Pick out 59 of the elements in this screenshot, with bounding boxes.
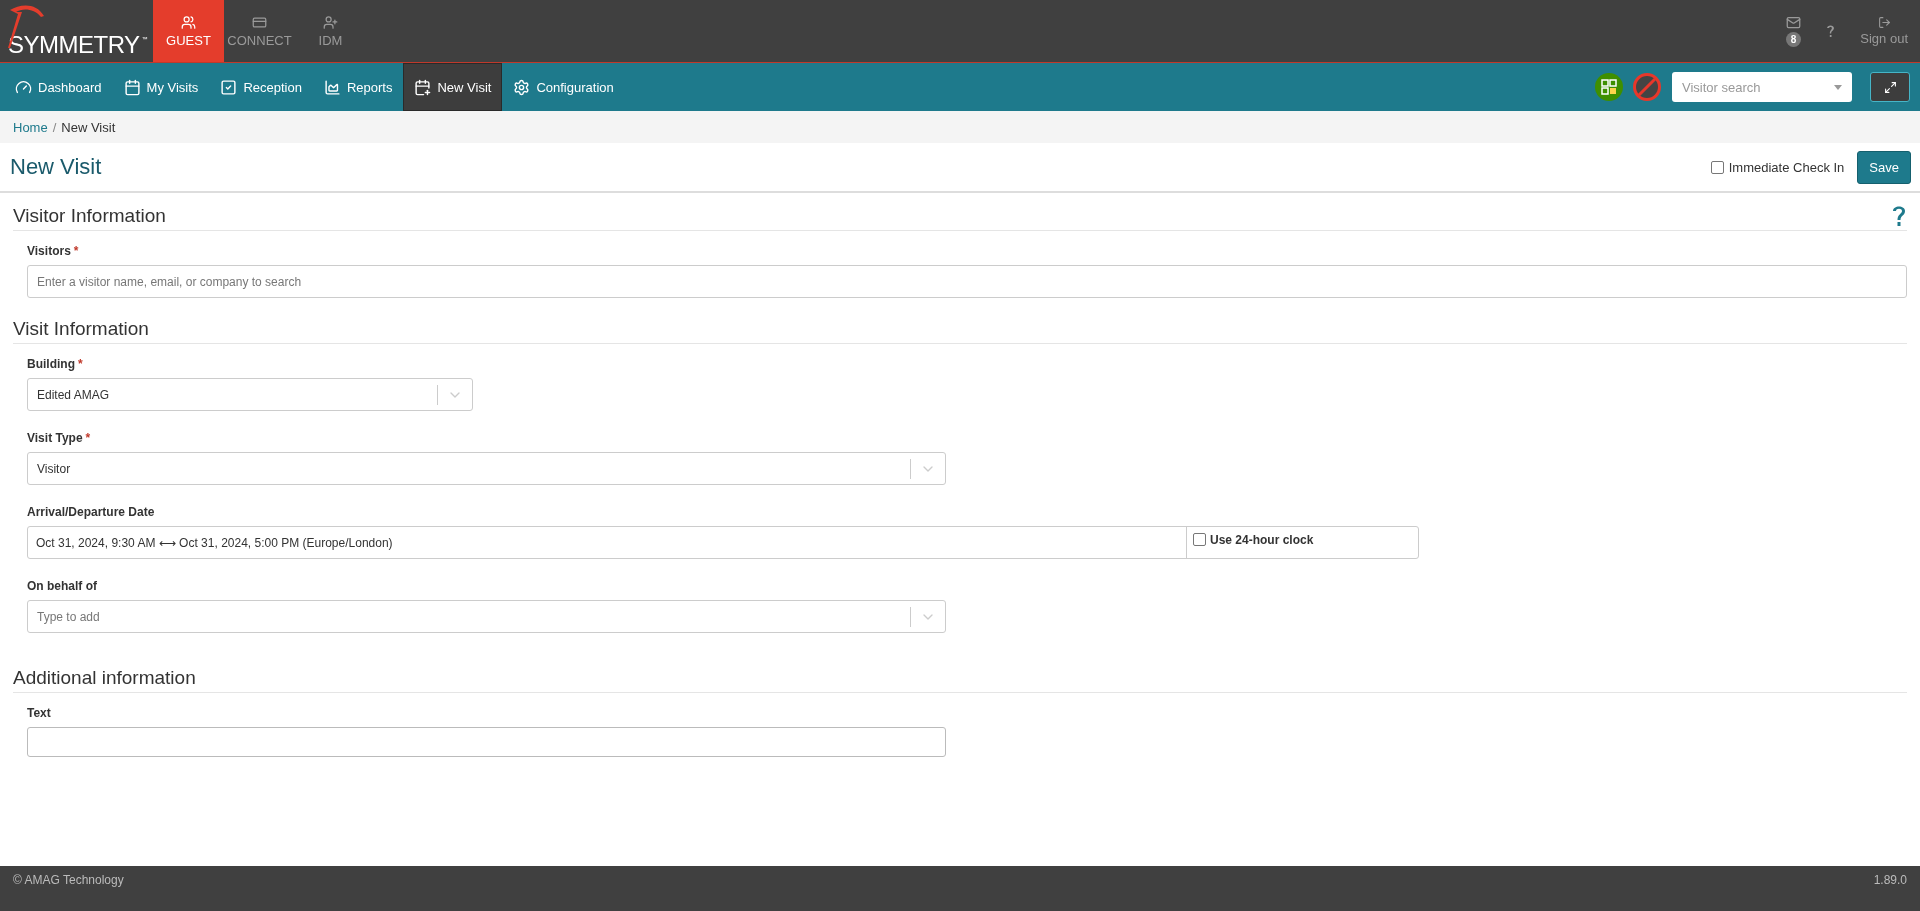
field-label: On behalf of (27, 579, 98, 593)
checkbox-icon (220, 78, 238, 96)
checkbox[interactable] (1710, 160, 1724, 174)
date-range-field[interactable]: Oct 31, 2024, 9:30 AM ⟷ Oct 31, 2024, 5:00 PM (Europe/London) (28, 535, 1186, 550)
select-field[interactable]: Edited AMAG (27, 378, 473, 411)
message-count-badge: 8 (1785, 32, 1802, 47)
select-field[interactable]: Visitor (27, 452, 946, 485)
help-icon[interactable] (1825, 23, 1837, 39)
nav-tab[interactable]: Configuration (502, 63, 625, 111)
nav-tab[interactable]: New Visit (403, 63, 503, 111)
qr-code-icon[interactable] (1594, 72, 1624, 102)
breadcrumb-link[interactable]: Home (13, 119, 48, 135)
app-tab[interactable]: IDM (295, 0, 366, 62)
credit-card-icon (252, 14, 267, 30)
mail-icon[interactable] (1786, 15, 1801, 30)
field-label: Visitors * (27, 244, 80, 258)
copyright-text: © AMAG Technology (13, 873, 124, 887)
visitor-search-field[interactable]: Enter a visitor name, email, or company to search (27, 265, 1907, 298)
version-text: 1.89.0 (1873, 873, 1907, 887)
page-title: New Visit (10, 154, 102, 180)
field-label: Building * (27, 357, 84, 371)
required-mark: * (73, 244, 79, 258)
section-title: Visitor Information (13, 205, 166, 227)
breadcrumb-separator: / (52, 119, 57, 135)
nav-tab[interactable]: Reception (209, 63, 313, 111)
nav-tab[interactable]: My Visits (112, 63, 210, 111)
field-label: Text (27, 706, 52, 720)
select-field[interactable]: Type to add (27, 600, 946, 633)
area-chart-icon (323, 78, 341, 96)
field-label: Arrival/Departure Date (27, 505, 156, 519)
text-field[interactable] (27, 727, 946, 757)
field-label: Visit Type * (27, 431, 92, 445)
required-mark: * (85, 431, 91, 445)
calendar-plus-icon (414, 78, 432, 96)
section-title: Additional information (13, 667, 196, 689)
gauge-icon (15, 78, 32, 96)
users-icon (181, 14, 196, 30)
user-plus-icon (323, 14, 338, 30)
sign-out-icon (1877, 16, 1891, 29)
save-button[interactable]: Save (1857, 150, 1911, 184)
fullscreen-button[interactable] (1870, 72, 1910, 102)
logo-text: SYMMETRY (8, 33, 140, 57)
app-tab[interactable]: CONNECT (224, 0, 295, 62)
required-mark: * (78, 357, 83, 371)
help-icon[interactable] (1891, 205, 1907, 227)
caret-icon (1834, 84, 1842, 90)
settings-icon (513, 78, 531, 96)
section-title: Visit Information (13, 318, 149, 340)
calendar-icon (123, 78, 141, 96)
checkbox-label: Immediate Check In (1728, 159, 1845, 175)
breadcrumb-current: New Visit (61, 119, 116, 135)
sign-out-link[interactable]: Sign out (1860, 31, 1908, 46)
nav-tab[interactable]: Reports (312, 63, 404, 111)
visitor-search-dropdown[interactable]: Visitor search (1672, 72, 1852, 102)
checkbox-label: Use 24-hour clock (1210, 533, 1314, 547)
checkbox[interactable] (1193, 533, 1206, 546)
nav-tab[interactable]: Dashboard (4, 63, 113, 111)
app-tab[interactable]: GUEST (153, 0, 224, 62)
expand-icon (1883, 80, 1897, 94)
